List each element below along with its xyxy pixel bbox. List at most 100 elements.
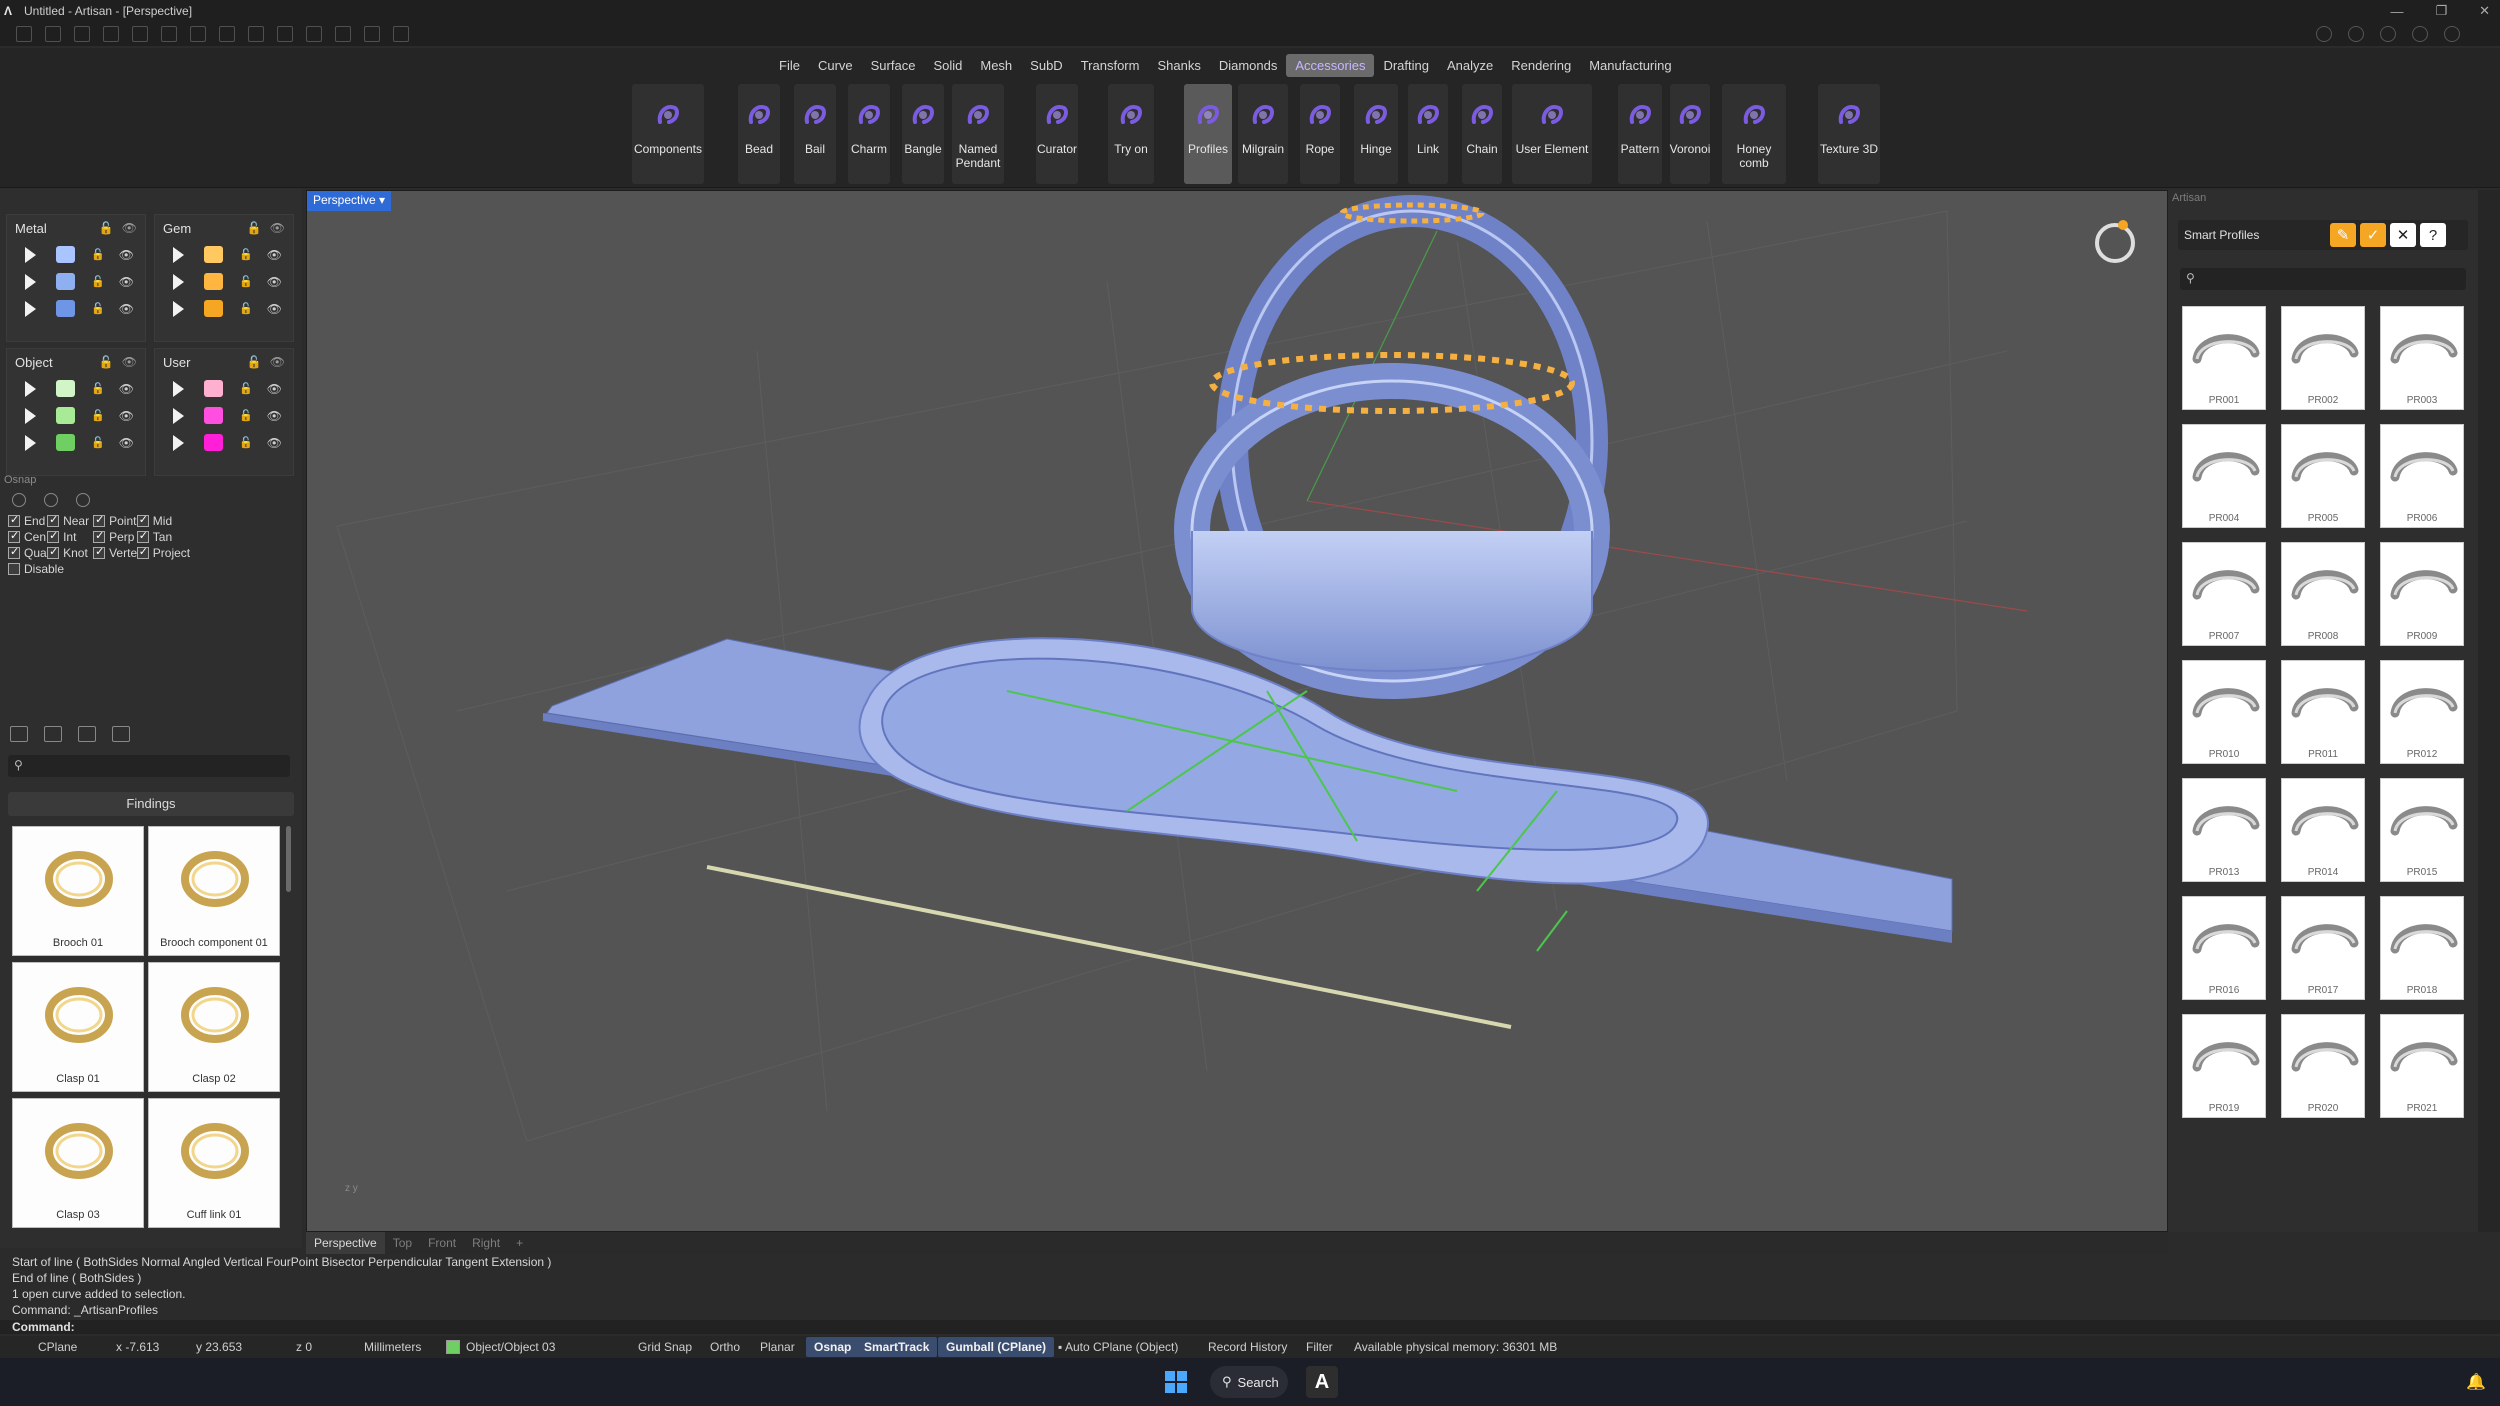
osnap-settings-icon[interactable] [12, 493, 26, 507]
close-button[interactable]: ✕ [2479, 3, 2490, 19]
record-history-toggle[interactable]: Record History [1208, 1340, 1287, 1354]
library-search-input[interactable]: ⚲ [8, 755, 290, 777]
expand-layer-icon[interactable] [25, 273, 36, 290]
ribbon-button-chain[interactable]: Chain [1462, 84, 1502, 184]
expand-layer-icon[interactable] [173, 434, 184, 451]
grid-snap-toggle[interactable]: Grid Snap [638, 1340, 692, 1354]
lock-icon[interactable]: 🔓 [91, 409, 105, 422]
layer-color-swatch[interactable] [56, 300, 75, 317]
osnap-option[interactable]: Tan [136, 529, 172, 544]
ribbon-button-hinge[interactable]: Hinge [1354, 84, 1398, 184]
profile-item[interactable]: PR010 [2182, 660, 2266, 764]
ribbon-button-components[interactable]: Components [632, 84, 704, 184]
visibility-eye-icon[interactable]: 👁 [119, 248, 134, 262]
osnap-checkbox[interactable] [8, 563, 20, 575]
menu-transform[interactable]: Transform [1072, 54, 1149, 77]
minimize-button[interactable]: — [2390, 4, 2403, 19]
library-category-dropdown[interactable]: Findings [8, 792, 294, 816]
lock-icon[interactable]: 🔓 [239, 275, 253, 288]
profile-item[interactable]: PR006 [2380, 424, 2464, 528]
osnap-option[interactable]: Vertex [93, 545, 143, 560]
visibility-eye-icon[interactable]: 👁 [270, 221, 285, 235]
new-template-icon[interactable] [45, 26, 61, 42]
ribbon-button-curator[interactable]: Curator [1036, 84, 1078, 184]
lock-icon[interactable]: 🔓 [91, 248, 105, 261]
osnap-checkbox[interactable] [47, 529, 60, 543]
library-item[interactable]: Clasp 01 [12, 962, 144, 1092]
visibility-eye-icon[interactable]: 👁 [119, 302, 134, 316]
gumball-icon[interactable] [393, 26, 409, 42]
profile-item[interactable]: PR009 [2380, 542, 2464, 646]
library-item[interactable]: Cuff link 01 [148, 1098, 280, 1228]
lock-icon[interactable]: 🔓 [91, 275, 105, 288]
visibility-eye-icon[interactable]: 👁 [119, 409, 134, 423]
osnap-option[interactable]: Cen [8, 529, 46, 544]
status-cplane[interactable]: CPlane [38, 1340, 77, 1354]
profile-item[interactable]: PR020 [2281, 1014, 2365, 1118]
profile-item[interactable]: PR016 [2182, 896, 2266, 1000]
layer-color-swatch[interactable] [204, 273, 223, 290]
visibility-eye-icon[interactable]: 👁 [119, 436, 134, 450]
visibility-eye-icon[interactable]: 👁 [122, 221, 137, 235]
lock-icon[interactable]: 🔓 [239, 302, 253, 315]
artisan-app-icon[interactable]: A [1306, 1366, 1338, 1398]
visibility-eye-icon[interactable]: 👁 [270, 355, 285, 369]
osnap-option[interactable]: Point [93, 513, 136, 528]
osnap-option[interactable]: Int [47, 529, 76, 544]
save-icon[interactable] [190, 26, 206, 42]
visibility-eye-icon[interactable]: 👁 [122, 355, 137, 369]
menu-rendering[interactable]: Rendering [1502, 54, 1580, 77]
visibility-eye-icon[interactable]: 👁 [267, 409, 282, 423]
profile-item[interactable]: PR019 [2182, 1014, 2266, 1118]
notification-bell-icon[interactable]: 🔔 [2466, 1372, 2486, 1392]
menu-accessories[interactable]: Accessories [1286, 54, 1375, 77]
menu-diamonds[interactable]: Diamonds [1210, 54, 1287, 77]
ribbon-button-honeycomb[interactable]: Honey comb [1722, 84, 1786, 184]
profile-item[interactable]: PR021 [2380, 1014, 2464, 1118]
osnap-option[interactable]: Near [47, 513, 89, 528]
profile-item[interactable]: PR014 [2281, 778, 2365, 882]
command-input[interactable]: Command: [0, 1320, 2500, 1334]
lock-icon[interactable]: 🔓 [99, 221, 114, 235]
visibility-eye-icon[interactable]: 👁 [267, 382, 282, 396]
viewport-tab-perspective[interactable]: Perspective [306, 1232, 385, 1254]
lock-icon[interactable]: 🔓 [91, 382, 105, 395]
menu-solid[interactable]: Solid [924, 54, 971, 77]
osnap-checkbox[interactable] [8, 513, 20, 527]
move-icon[interactable] [306, 26, 322, 42]
layer-row[interactable]: 🔓 👁 [155, 375, 293, 402]
expand-layer-icon[interactable] [25, 380, 36, 397]
menu-shanks[interactable]: Shanks [1148, 54, 1209, 77]
layer-color-swatch[interactable] [204, 407, 223, 424]
status-layer[interactable]: Object/Object 03 [466, 1340, 555, 1354]
ribbon-button-named-pendant[interactable]: Named Pendant [952, 84, 1004, 184]
expand-layer-icon[interactable] [25, 434, 36, 451]
lock-icon[interactable]: 🔓 [99, 355, 114, 369]
lock-icon[interactable]: 🔓 [239, 409, 253, 422]
expand-layer-icon[interactable] [25, 407, 36, 424]
menu-drafting[interactable]: Drafting [1374, 54, 1438, 77]
lock-icon[interactable]: 🔓 [247, 221, 262, 235]
layer-row[interactable]: 🔓 👁 [155, 241, 293, 268]
menu-analyze[interactable]: Analyze [1438, 54, 1502, 77]
osnap-checkbox[interactable] [93, 513, 106, 527]
navigation-widget[interactable] [2095, 220, 2135, 263]
windows-start-icon[interactable] [1164, 1370, 1188, 1394]
ribbon-button-bangle[interactable]: Bangle [902, 84, 944, 184]
expand-layer-icon[interactable] [173, 300, 184, 317]
layer-row[interactable]: 🔓 👁 [7, 241, 145, 268]
profile-item[interactable]: PR017 [2281, 896, 2365, 1000]
viewport-tab-front[interactable]: Front [420, 1232, 464, 1254]
layer-row[interactable]: 🔓 👁 [155, 295, 293, 322]
ribbon-button-bead[interactable]: Bead [738, 84, 780, 184]
lock-icon[interactable]: 🔓 [247, 355, 262, 369]
smarttrack-toggle[interactable]: SmartTrack [856, 1337, 938, 1357]
osnap-checkbox[interactable] [47, 513, 60, 527]
snap-icon[interactable] [364, 26, 380, 42]
visibility-eye-icon[interactable]: 👁 [267, 275, 282, 289]
osnap-checkbox[interactable] [93, 529, 106, 543]
layer-row[interactable]: 🔓 👁 [7, 429, 145, 456]
ribbon-button-voronoi[interactable]: Voronoi [1670, 84, 1710, 184]
profile-item[interactable]: PR001 [2182, 306, 2266, 410]
menu-mesh[interactable]: Mesh [971, 54, 1021, 77]
